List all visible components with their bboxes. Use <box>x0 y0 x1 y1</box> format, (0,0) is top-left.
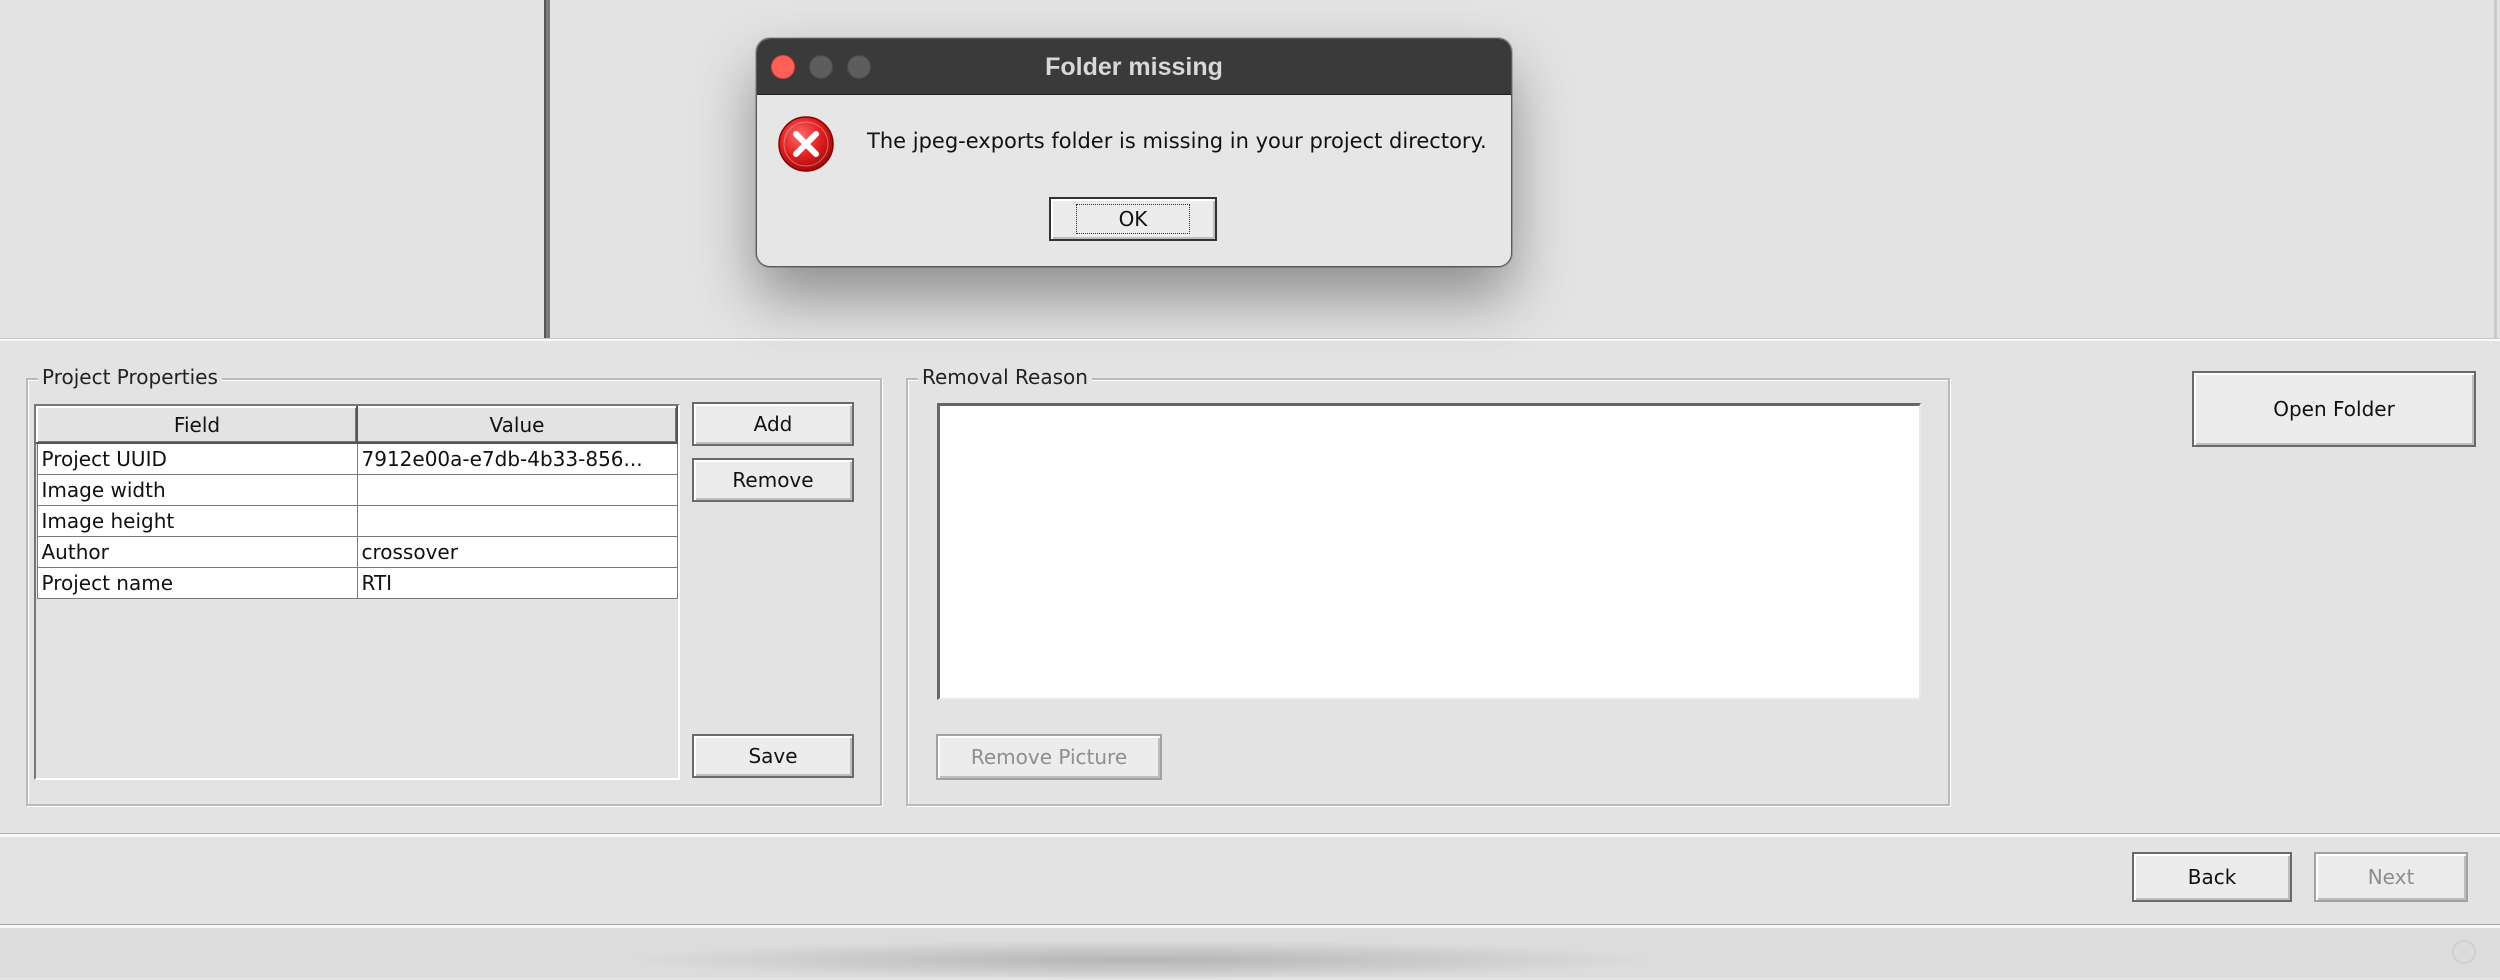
value-cell[interactable]: crossover <box>356 535 678 568</box>
add-property-button[interactable]: Add <box>692 402 854 446</box>
ok-button-label: OK <box>1075 204 1191 234</box>
table-row[interactable]: Image width <box>36 473 678 506</box>
project-properties-title: Project Properties <box>38 365 222 389</box>
error-icon <box>778 116 834 172</box>
top-left-pane <box>0 0 544 340</box>
ok-button[interactable]: OK <box>1049 197 1217 241</box>
column-header-field[interactable]: Field <box>36 406 358 444</box>
next-button[interactable]: Next <box>2314 852 2468 902</box>
folder-missing-dialog: Folder missing The jpeg-exports folder i… <box>756 38 1512 267</box>
right-edge-border <box>2494 0 2497 340</box>
field-cell[interactable]: Author <box>36 535 358 568</box>
field-cell[interactable]: Image width <box>36 473 358 506</box>
removal-reason-title: Removal Reason <box>918 365 1092 389</box>
removal-reason-textarea[interactable] <box>937 403 1921 700</box>
save-properties-button[interactable]: Save <box>692 734 854 778</box>
navigation-separator <box>0 833 2500 837</box>
dialog-title: Folder missing <box>1045 53 1223 81</box>
field-cell[interactable]: Image height <box>36 504 358 537</box>
project-properties-table-scrollpane[interactable]: Field Value Project UUID 7912e00a-e7db-4… <box>34 404 680 780</box>
dialog-message: The jpeg-exports folder is missing in yo… <box>867 129 1487 153</box>
value-cell[interactable]: RTI <box>356 566 678 599</box>
column-header-value[interactable]: Value <box>356 406 678 444</box>
back-button[interactable]: Back <box>2132 852 2292 902</box>
table-row[interactable]: Project UUID 7912e00a-e7db-4b33-856... <box>36 442 678 475</box>
remove-property-button[interactable]: Remove <box>692 458 854 502</box>
project-properties-table[interactable]: Field Value Project UUID 7912e00a-e7db-4… <box>36 406 678 599</box>
value-cell[interactable] <box>356 473 678 506</box>
remove-picture-button[interactable]: Remove Picture <box>936 734 1162 780</box>
field-cell[interactable]: Project UUID <box>36 442 358 475</box>
table-row[interactable]: Project name RTI <box>36 566 678 599</box>
field-cell[interactable]: Project name <box>36 566 358 599</box>
table-row[interactable]: Image height <box>36 504 678 537</box>
value-cell[interactable]: 7912e00a-e7db-4b33-856... <box>356 442 678 475</box>
value-cell[interactable] <box>356 504 678 537</box>
top-section-separator <box>0 338 2500 341</box>
resize-grip-icon[interactable] <box>2452 940 2476 964</box>
open-folder-button[interactable]: Open Folder <box>2192 371 2476 447</box>
table-row[interactable]: Author crossover <box>36 535 678 568</box>
window-shadow <box>620 940 1660 980</box>
